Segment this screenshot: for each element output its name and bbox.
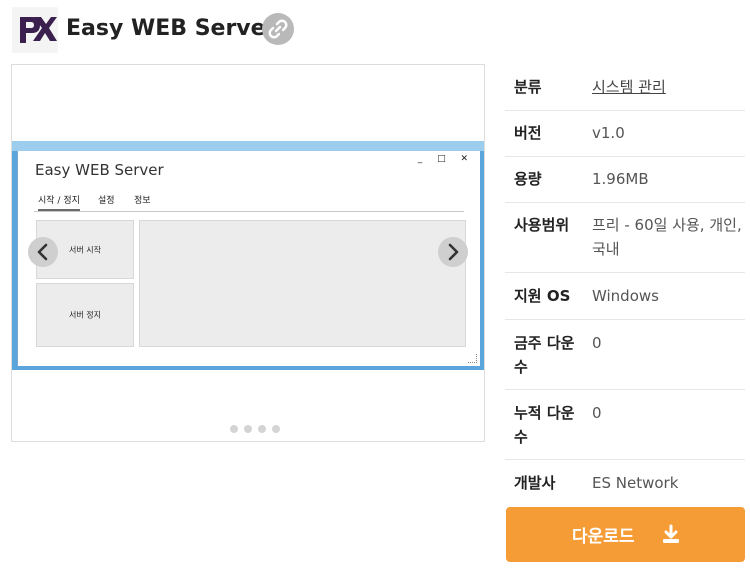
info-row-license: 사용범위 프리 - 60일 사용, 개인, 국내 (505, 202, 745, 273)
info-value: 프리 - 60일 사용, 개인, 국내 (592, 216, 742, 258)
info-row-os: 지원 OS Windows (505, 272, 745, 320)
info-label: 누적 다운수 (514, 404, 575, 446)
carousel-prev-button[interactable] (28, 237, 58, 267)
tab-info[interactable]: 정보 (134, 193, 151, 206)
tab-start-stop[interactable]: 시작 / 정지 (38, 193, 80, 211)
app-window-preview: Easy WEB Server _ □ ✕ 시작 / 정지 설정 정보 서버 시… (17, 151, 480, 366)
resize-grip-icon (468, 354, 477, 363)
chevron-right-icon (448, 243, 459, 261)
window-title: Easy WEB Server (35, 161, 164, 179)
app-title: Easy WEB Server (66, 16, 277, 41)
category-link[interactable]: 시스템 관리 (592, 75, 742, 99)
info-value: 0 (592, 404, 602, 422)
info-row-version: 버전 v1.0 (505, 110, 745, 157)
chevron-left-icon (37, 243, 48, 261)
window-controls: _ □ ✕ (417, 154, 474, 164)
tab-settings[interactable]: 설정 (98, 193, 115, 206)
copy-link-button[interactable] (262, 13, 294, 45)
info-value: ES Network (592, 474, 679, 492)
info-row-category: 분류 시스템 관리 (505, 64, 745, 111)
info-label: 금주 다운수 (514, 334, 575, 376)
px-logo-icon (20, 17, 57, 43)
info-value: 0 (592, 334, 602, 352)
app-logo (12, 7, 58, 53)
download-label: 다운로드 (572, 527, 635, 547)
info-label: 버전 (514, 124, 542, 142)
carousel-slide: Easy WEB Server _ □ ✕ 시작 / 정지 설정 정보 서버 시… (12, 141, 484, 370)
tab-divider (34, 211, 464, 212)
server-stop-button[interactable]: 서버 정지 (36, 283, 134, 347)
info-value: Windows (592, 287, 659, 305)
download-icon (663, 524, 679, 543)
carousel-dot[interactable] (230, 425, 238, 433)
carousel-next-button[interactable] (438, 237, 468, 267)
info-label: 용량 (514, 170, 542, 188)
info-row-total-downloads: 누적 다운수 0 (505, 389, 745, 460)
info-value: v1.0 (592, 124, 625, 142)
info-row-size: 용량 1.96MB (505, 156, 745, 203)
info-label: 개발사 (514, 474, 556, 492)
tab-bar: 시작 / 정지 설정 정보 (34, 193, 464, 213)
server-stop-label: 서버 정지 (69, 310, 101, 320)
desktop-background (12, 141, 484, 151)
info-value: 1.96MB (592, 170, 649, 188)
download-button[interactable]: 다운로드 (506, 507, 745, 562)
info-row-weekly-downloads: 금주 다운수 0 (505, 319, 745, 390)
carousel-dot[interactable] (258, 425, 266, 433)
content-panel (139, 220, 466, 347)
carousel-dot[interactable] (244, 425, 252, 433)
carousel-dot[interactable] (272, 425, 280, 433)
link-icon (268, 19, 288, 39)
screenshot-carousel: Easy WEB Server _ □ ✕ 시작 / 정지 설정 정보 서버 시… (11, 64, 485, 442)
info-label: 사용범위 (514, 216, 570, 234)
info-label: 지원 OS (514, 287, 571, 305)
info-row-developer: 개발사 ES Network (505, 459, 745, 499)
info-label: 분류 (514, 78, 542, 96)
